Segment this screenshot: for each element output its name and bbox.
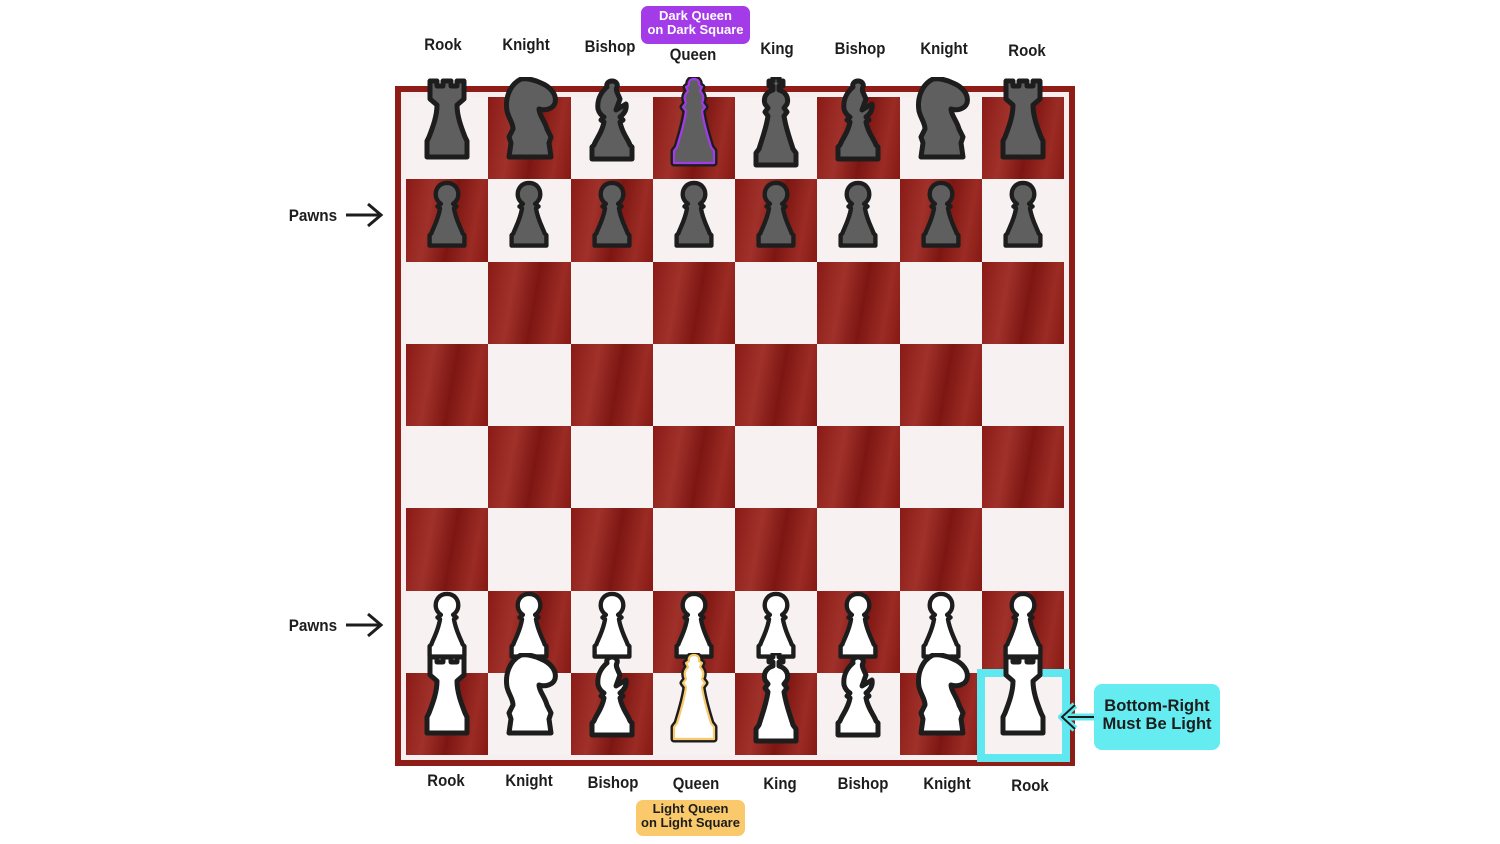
dark-square [652,261,735,344]
dark-knight-icon [915,77,970,160]
light-square [406,426,489,509]
top-label-bishop: Bishop [834,39,886,58]
light-square [406,261,489,344]
light-rook-icon [1000,654,1046,736]
light-queen-icon [670,653,718,743]
light-square [817,508,900,591]
dark-square [981,261,1064,344]
dark-pawn-icon [756,180,796,248]
light-square [652,508,735,591]
light-square [735,426,818,509]
arrow-right-icon [346,612,384,638]
dark-rook-icon [424,78,470,160]
top-label-rook: Rook [1008,41,1046,60]
light-bishop-icon [589,654,635,738]
dark-square [981,426,1064,509]
light-square [981,343,1064,426]
dark-bishop-icon [835,78,881,162]
callout-line: on Light Square [641,815,740,831]
callout-line: Dark Queen [659,8,732,23]
dark-square [570,343,653,426]
light-knight-icon [504,653,559,736]
dark-square [817,261,900,344]
arrow-right-icon [346,202,384,228]
light-square [570,261,653,344]
bottom-label-rook: Rook [427,771,465,790]
light-square [899,426,982,509]
light-square [652,343,735,426]
dark-square [406,508,489,591]
light-queen-callout: Light Queen on Light Square [636,800,745,836]
dark-pawn-icon [592,180,632,248]
light-square [488,343,571,426]
callout-line: Must Be Light [1102,715,1212,734]
top-label-rook: Rook [424,35,462,54]
bottom-label-bishop: Bishop [587,773,639,792]
light-king-icon [753,653,799,744]
bottom-label-rook: Rook [1011,776,1049,795]
bottom-label-knight: Knight [923,774,971,793]
bottom-label-queen: Queen [673,774,720,793]
dark-queen-icon [670,77,718,167]
light-square [570,426,653,509]
light-square [899,261,982,344]
dark-square [735,508,818,591]
dark-square [406,343,489,426]
dark-pawn-icon [838,180,878,248]
bottom-label-knight: Knight [505,771,554,790]
light-rook-icon [424,654,470,736]
bottom-label-bishop: Bishop [837,774,889,793]
dark-knight-icon [504,77,559,160]
top-label-queen: Queen [670,45,717,64]
top-label-knight: Knight [502,35,551,54]
dark-bishop-icon [589,78,635,162]
light-square [981,508,1064,591]
callout-line: on Dark Square [647,22,744,38]
dark-pawn-icon [427,180,467,248]
bottom-label-king: King [763,774,797,793]
top-label-bishop: Bishop [584,37,636,56]
light-bishop-icon [835,654,881,738]
dark-pawn-icon [921,180,961,248]
dark-square [488,261,571,344]
dark-pawn-icon [1003,180,1043,248]
callout-line: Bottom-Right [1104,697,1210,715]
chess-board [395,86,1075,766]
light-knight-icon [915,653,970,736]
callout-line: Light Queen [652,801,729,816]
dark-queen-callout: Dark Queen on Dark Square [641,6,750,44]
light-pawns-label: Pawns [288,616,338,635]
bottom-right-callout: Bottom-Right Must Be Light [1094,684,1220,750]
dark-square [488,426,571,509]
light-square [735,261,818,344]
dark-king-icon [753,77,799,168]
dark-square [652,426,735,509]
dark-square [899,343,982,426]
dark-square [570,508,653,591]
top-label-king: King [760,39,794,58]
dark-pawn-icon [509,180,549,248]
light-square [817,343,900,426]
dark-rook-icon [1000,78,1046,160]
dark-square [735,343,818,426]
top-label-knight: Knight [920,39,968,58]
light-square [488,508,571,591]
dark-square [899,508,982,591]
dark-pawn-icon [674,180,714,248]
dark-square [817,426,900,509]
dark-pawns-label: Pawns [288,206,338,225]
